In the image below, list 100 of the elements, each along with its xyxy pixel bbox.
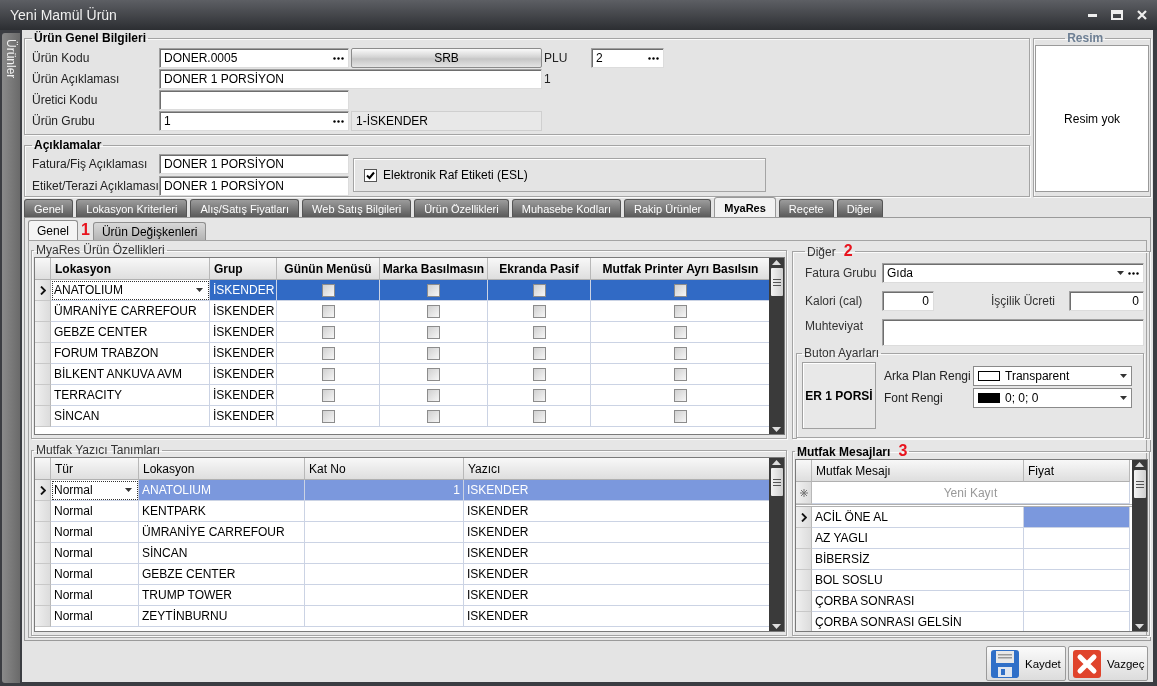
- srb-button[interactable]: SRB: [351, 48, 542, 68]
- tab[interactable]: Genel: [28, 220, 79, 240]
- scrollbar[interactable]: [769, 258, 784, 434]
- table-row[interactable]: TERRACITY İSKENDER: [35, 385, 769, 406]
- table-row[interactable]: SİNCAN İSKENDER: [35, 406, 769, 427]
- checkbox[interactable]: [427, 409, 440, 423]
- checkbox[interactable]: [321, 283, 335, 297]
- input-field[interactable]: DONER 1 PORSİYON: [159, 176, 349, 196]
- checkbox[interactable]: [427, 304, 440, 318]
- text-area[interactable]: [882, 319, 1144, 346]
- dropdown-arrow-icon[interactable]: [125, 488, 132, 492]
- input-field[interactable]: 2: [591, 48, 664, 68]
- table-row[interactable]: ÜMRANİYE CARREFOUR İSKENDER: [35, 301, 769, 322]
- scroll-down-icon[interactable]: [1135, 624, 1144, 629]
- column-header[interactable]: Ekranda Pasif: [488, 258, 591, 280]
- maximize-icon[interactable]: [1111, 10, 1123, 20]
- tab[interactable]: Alış/Satış Fiyatları: [190, 199, 300, 217]
- table-cell[interactable]: Normal: [51, 480, 139, 501]
- column-header[interactable]: Mutfak Mesajı: [812, 460, 1024, 482]
- checkbox[interactable]: [532, 325, 546, 339]
- table-row[interactable]: ÇORBA SONRASI GELSİN: [796, 612, 1132, 631]
- column-header[interactable]: Mutfak Printer Ayrı Basılsın: [591, 258, 769, 280]
- scroll-up-icon[interactable]: [772, 460, 781, 465]
- tab[interactable]: Lokasyon Kriterleri: [76, 199, 188, 217]
- dropdown-arrow-icon[interactable]: [1117, 271, 1124, 275]
- scroll-thumb[interactable]: [770, 468, 783, 496]
- checkbox[interactable]: [674, 346, 687, 360]
- table-row[interactable]: FORUM TRABZON İSKENDER: [35, 343, 769, 364]
- scroll-up-icon[interactable]: [772, 260, 781, 265]
- checkbox[interactable]: [321, 367, 335, 381]
- table-row[interactable]: AZ YAGLI: [796, 528, 1132, 549]
- input-field[interactable]: DONER.0005: [159, 48, 349, 68]
- ellipsis-icon[interactable]: [1128, 271, 1139, 275]
- row-header[interactable]: [35, 280, 51, 301]
- color-dropdown[interactable]: Transparent: [973, 366, 1132, 386]
- checkbox[interactable]: [427, 388, 440, 402]
- checkbox[interactable]: [427, 367, 440, 381]
- column-header[interactable]: Grup: [210, 258, 277, 280]
- ellipsis-icon[interactable]: [648, 56, 659, 60]
- tab[interactable]: Rakip Ürünler: [624, 199, 712, 217]
- input-field[interactable]: 0: [1069, 291, 1144, 311]
- checkbox[interactable]: [532, 388, 546, 402]
- checkbox[interactable]: [674, 409, 687, 423]
- close-icon[interactable]: [1137, 10, 1147, 20]
- checkbox[interactable]: [532, 409, 546, 423]
- ellipsis-icon[interactable]: [333, 119, 344, 123]
- tab[interactable]: Genel: [24, 199, 74, 217]
- side-tab[interactable]: Ürünler: [2, 33, 20, 683]
- tab[interactable]: Web Satış Bilgileri: [302, 199, 412, 217]
- checkbox[interactable]: [674, 367, 687, 381]
- scroll-down-icon[interactable]: [772, 624, 781, 629]
- tab[interactable]: Ürün Özellikleri: [414, 199, 509, 217]
- dropdown-arrow-icon[interactable]: [1120, 396, 1127, 400]
- scrollbar[interactable]: [769, 458, 784, 631]
- scroll-up-icon[interactable]: [1135, 462, 1144, 467]
- checkbox[interactable]: [321, 388, 335, 402]
- checkbox[interactable]: [674, 283, 687, 297]
- ellipsis-icon[interactable]: [333, 56, 344, 60]
- scroll-down-icon[interactable]: [772, 427, 781, 432]
- column-header[interactable]: Günün Menüsü: [277, 258, 380, 280]
- scroll-thumb[interactable]: [1133, 470, 1146, 498]
- scrollbar[interactable]: [1132, 460, 1147, 631]
- column-header[interactable]: Lokasyon: [139, 458, 305, 480]
- column-header[interactable]: Marka Basılmasın: [380, 258, 488, 280]
- column-header[interactable]: Fiyat: [1024, 460, 1130, 482]
- table-row[interactable]: ANATOLIUM İSKENDER: [35, 280, 769, 301]
- dropdown-arrow-icon[interactable]: [196, 288, 203, 292]
- input-field[interactable]: DONER 1 PORSİYON: [159, 69, 542, 89]
- checkbox[interactable]: [427, 283, 440, 297]
- checkbox[interactable]: [427, 325, 440, 339]
- column-header[interactable]: Kat No: [305, 458, 464, 480]
- tab[interactable]: Ürün Değişkenleri: [92, 222, 207, 240]
- table-row[interactable]: BOL SOSLU: [796, 570, 1132, 591]
- minimize-icon[interactable]: [1088, 13, 1097, 17]
- column-header[interactable]: Yazıcı: [464, 458, 769, 480]
- dropdown-field[interactable]: Gıda: [882, 263, 1144, 283]
- color-dropdown[interactable]: 0; 0; 0: [973, 388, 1132, 408]
- table-row[interactable]: BİLKENT ANKUVA AVM İSKENDER: [35, 364, 769, 385]
- tab[interactable]: Reçete: [778, 199, 834, 217]
- table-row[interactable]: ACİL ÖNE AL: [796, 507, 1132, 528]
- table-row[interactable]: BİBERSİZ: [796, 549, 1132, 570]
- checkbox[interactable]: [674, 325, 687, 339]
- column-header[interactable]: Lokasyon: [51, 258, 210, 280]
- table-row[interactable]: ÇORBA SONRASI: [796, 591, 1132, 612]
- checkbox[interactable]: [532, 283, 546, 297]
- input-field[interactable]: [159, 90, 349, 110]
- checkbox[interactable]: [674, 304, 687, 318]
- row-header[interactable]: [796, 507, 812, 528]
- checkbox[interactable]: [364, 168, 377, 182]
- scroll-thumb[interactable]: [770, 268, 783, 296]
- save-button[interactable]: Kaydet: [986, 646, 1066, 681]
- table-cell[interactable]: ANATOLIUM: [51, 280, 210, 301]
- table-row[interactable]: GEBZE CENTER İSKENDER: [35, 322, 769, 343]
- checkbox[interactable]: [532, 304, 546, 318]
- tab[interactable]: Diğer: [836, 199, 883, 217]
- tab[interactable]: Muhasebe Kodları: [511, 199, 621, 217]
- row-header[interactable]: [35, 480, 51, 501]
- table-row[interactable]: Normal ANATOLIUM 1 ISKENDER: [35, 480, 769, 501]
- input-field[interactable]: 1: [159, 111, 349, 131]
- tab[interactable]: MyaRes: [714, 197, 776, 217]
